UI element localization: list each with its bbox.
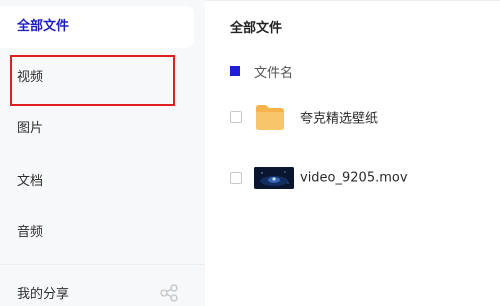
file-list-panel: 全部文件 文件名 夸克精选壁纸 video_9205.mov [205,0,500,306]
sidebar-divider [0,264,205,265]
share-icon[interactable] [159,284,179,302]
select-all-checkbox[interactable] [230,66,240,76]
sidebar-item-documents[interactable]: 文档 [0,162,195,202]
file-name[interactable]: 夸克精选壁纸 [300,108,378,127]
file-row-folder[interactable]: 夸克精选壁纸 [205,92,500,142]
row-checkbox[interactable] [230,111,242,123]
highlight-box [10,55,175,106]
top-divider [205,0,500,1]
file-row-video[interactable]: video_9205.mov [205,153,500,203]
sidebar-item-all-files[interactable]: 全部文件 [0,6,194,48]
folder-icon [254,103,286,131]
sidebar-item-audio[interactable]: 音频 [0,213,195,253]
video-thumbnail [254,167,294,189]
sidebar-item-images[interactable]: 图片 [0,109,195,149]
file-name[interactable]: video_9205.mov [300,171,408,186]
row-checkbox[interactable] [230,172,242,184]
page-title: 全部文件 [230,21,283,36]
sidebar: 全部文件 视频 图片 文档 音频 我的分享 [0,0,205,306]
column-header-filename[interactable]: 文件名 [254,62,293,81]
file-list-header: 文件名 [230,62,293,81]
